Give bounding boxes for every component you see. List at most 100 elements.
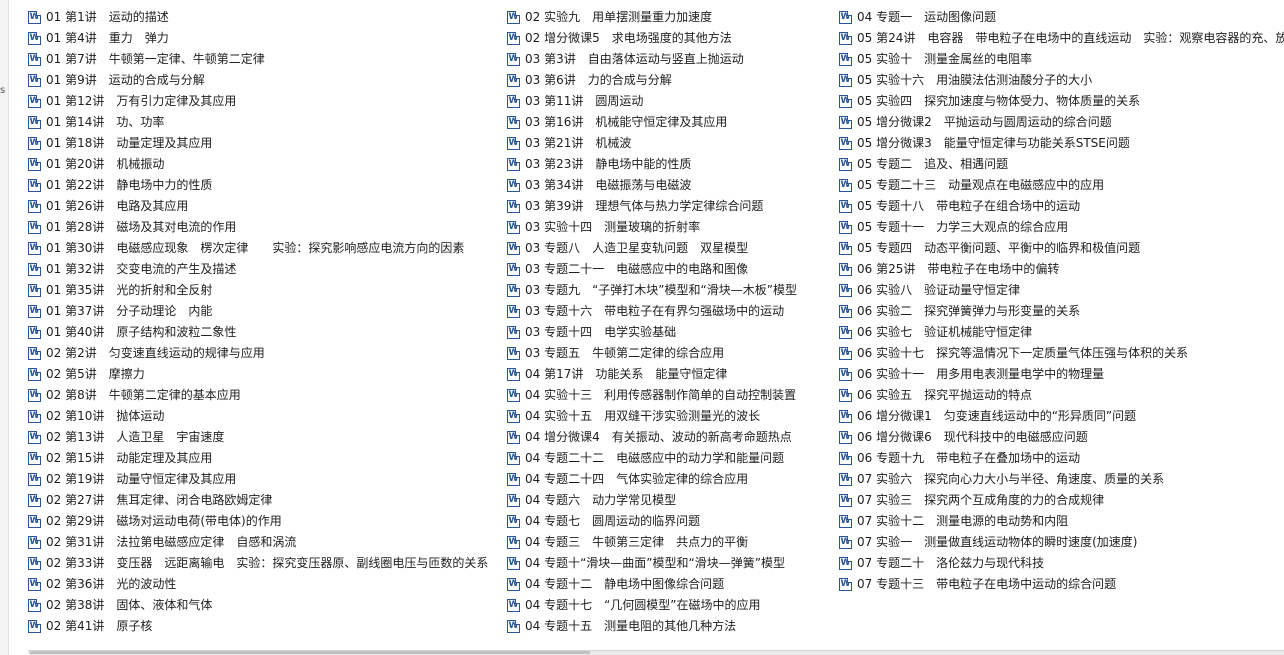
file-item[interactable]: W 02 第31讲 法拉第电磁感应定律 自感和涡流: [28, 532, 498, 553]
file-item[interactable]: W 06 增分微课6 现代科技中的电磁感应问题: [839, 427, 1284, 448]
file-item[interactable]: W 04 专题十七 “几何圆模型”在磁场中的应用: [507, 595, 832, 616]
file-item[interactable]: W 05 第24讲 电容器 带电粒子在电场中的直线运动 实验：观察电容器的充、放电…: [839, 28, 1284, 49]
file-item[interactable]: W 04 实验十五 用双缝干涉实验测量光的波长: [507, 406, 832, 427]
file-item[interactable]: W 03 专题十六 带电粒子在有界匀强磁场中的运动: [507, 301, 832, 322]
file-item[interactable]: W 05 实验四 探究加速度与物体受力、物体质量的关系: [839, 91, 1284, 112]
file-item[interactable]: W 02 第29讲 磁场对运动电荷(带电体)的作用: [28, 511, 498, 532]
file-item[interactable]: W 07 实验一 测量做直线运动物体的瞬时速度(加速度): [839, 532, 1284, 553]
file-item[interactable]: W 02 第13讲 人造卫星 宇宙速度: [28, 427, 498, 448]
file-item[interactable]: W 01 第18讲 动量定理及其应用: [28, 133, 498, 154]
file-item[interactable]: W 05 专题十八 带电粒子在组合场中的运动: [839, 196, 1284, 217]
file-item[interactable]: W 03 实验十四 测量玻璃的折射率: [507, 217, 832, 238]
file-item[interactable]: W 02 第2讲 匀变速直线运动的规律与应用: [28, 343, 498, 364]
file-item[interactable]: W 04 专题一 运动图像问题: [839, 7, 1284, 28]
file-item[interactable]: W 04 专题六 动力学常见模型: [507, 490, 832, 511]
file-item[interactable]: W 01 第37讲 分子动理论 内能: [28, 301, 498, 322]
file-item[interactable]: W 02 第27讲 焦耳定律、闭合电路欧姆定律: [28, 490, 498, 511]
horizontal-scrollbar[interactable]: [28, 650, 1284, 655]
file-item[interactable]: W 07 实验三 探究两个互成角度的力的合成规律: [839, 490, 1284, 511]
word-document-icon: W: [839, 389, 852, 402]
file-item[interactable]: W 06 实验八 验证动量守恒定律: [839, 280, 1284, 301]
file-item[interactable]: W 03 专题二十一 电磁感应中的电路和图像: [507, 259, 832, 280]
file-name: 05 实验四 探究加速度与物体受力、物体质量的关系: [857, 94, 1141, 108]
file-item[interactable]: W 03 第6讲 力的合成与分解: [507, 70, 832, 91]
file-item[interactable]: W 03 第3讲 自由落体运动与竖直上抛运动: [507, 49, 832, 70]
file-item[interactable]: W 07 专题十三 带电粒子在电场中运动的综合问题: [839, 574, 1284, 595]
file-item[interactable]: W 04 专题七 圆周运动的临界问题: [507, 511, 832, 532]
file-item[interactable]: W 03 第11讲 圆周运动: [507, 91, 832, 112]
file-item[interactable]: W 02 增分微课5 求电场强度的其他方法: [507, 28, 832, 49]
file-item[interactable]: W 06 实验二 探究弹簧弹力与形变量的关系: [839, 301, 1284, 322]
file-item[interactable]: W 02 第5讲 摩擦力: [28, 364, 498, 385]
file-item[interactable]: W 01 第7讲 牛顿第一定律、牛顿第二定律: [28, 49, 498, 70]
file-item[interactable]: W 06 实验五 探究平抛运动的特点: [839, 385, 1284, 406]
file-item[interactable]: W 02 第10讲 抛体运动: [28, 406, 498, 427]
file-item[interactable]: W 01 第35讲 光的折射和全反射: [28, 280, 498, 301]
file-item[interactable]: W 01 第14讲 功、功率: [28, 112, 498, 133]
file-item[interactable]: W 05 实验十六 用油膜法估测油酸分子的大小: [839, 70, 1284, 91]
file-item[interactable]: W 06 实验十七 探究等温情况下一定质量气体压强与体积的关系: [839, 343, 1284, 364]
file-item[interactable]: W 01 第28讲 磁场及其对电流的作用: [28, 217, 498, 238]
file-item[interactable]: W 06 实验七 验证机械能守恒定律: [839, 322, 1284, 343]
file-item[interactable]: W 02 第33讲 变压器 远距离输电 实验：探究变压器原、副线圈电压与匝数的关系: [28, 553, 498, 574]
file-item[interactable]: W 03 第23讲 静电场中能的性质: [507, 154, 832, 175]
file-item[interactable]: W 04 专题三 牛顿第三定律 共点力的平衡: [507, 532, 832, 553]
file-item[interactable]: W 04 专题十五 测量电阻的其他几种方法: [507, 616, 832, 637]
file-item[interactable]: W 06 第25讲 带电粒子在电场中的偏转: [839, 259, 1284, 280]
file-item[interactable]: W 05 专题二十三 动量观点在电磁感应中的应用: [839, 175, 1284, 196]
file-item[interactable]: W 03 第16讲 机械能守恒定律及其应用: [507, 112, 832, 133]
file-item[interactable]: W 02 第41讲 原子核: [28, 616, 498, 637]
file-item[interactable]: W 03 专题十四 电学实验基础: [507, 322, 832, 343]
file-item[interactable]: W 05 增分微课2 平抛运动与圆周运动的综合问题: [839, 112, 1284, 133]
scrollbar-thumb[interactable]: [30, 651, 590, 654]
file-item[interactable]: W 02 第19讲 动量守恒定律及其应用: [28, 469, 498, 490]
file-name: 06 增分微课1 匀变速直线运动中的“形异质同”问题: [857, 409, 1137, 423]
file-name: 03 专题十四 电学实验基础: [525, 325, 677, 339]
file-name: 01 第14讲 功、功率: [46, 115, 165, 129]
file-item[interactable]: W 02 第15讲 动能定理及其应用: [28, 448, 498, 469]
file-item[interactable]: W 02 第36讲 光的波动性: [28, 574, 498, 595]
file-item[interactable]: W 01 第12讲 万有引力定律及其应用: [28, 91, 498, 112]
word-document-icon: W: [28, 179, 41, 192]
file-name: 02 第38讲 固体、液体和气体: [46, 598, 213, 612]
file-item[interactable]: W 03 专题八 人造卫星变轨问题 双星模型: [507, 238, 832, 259]
file-item[interactable]: W 06 增分微课1 匀变速直线运动中的“形异质同”问题: [839, 406, 1284, 427]
word-document-icon: W: [28, 620, 41, 633]
file-item[interactable]: W 03 专题九 “子弹打木块”模型和“滑块—木板”模型: [507, 280, 832, 301]
file-item[interactable]: W 02 实验九 用单摆测量重力加速度: [507, 7, 832, 28]
file-item[interactable]: W 01 第32讲 交变电流的产生及描述: [28, 259, 498, 280]
file-item[interactable]: W 03 专题五 牛顿第二定律的综合应用: [507, 343, 832, 364]
file-item[interactable]: W 04 增分微课4 有关振动、波动的新高考命题热点: [507, 427, 832, 448]
file-item[interactable]: W 05 专题二 追及、相遇问题: [839, 154, 1284, 175]
file-item[interactable]: W 05 专题四 动态平衡问题、平衡中的临界和极值问题: [839, 238, 1284, 259]
file-item[interactable]: W 01 第4讲 重力 弹力: [28, 28, 498, 49]
file-item[interactable]: W 07 专题二十 洛伦兹力与现代科技: [839, 553, 1284, 574]
file-item[interactable]: W 04 专题十二 静电场中图像综合问题: [507, 574, 832, 595]
file-item[interactable]: W 01 第22讲 静电场中力的性质: [28, 175, 498, 196]
file-item[interactable]: W 01 第40讲 原子结构和波粒二象性: [28, 322, 498, 343]
file-item[interactable]: W 01 第26讲 电路及其应用: [28, 196, 498, 217]
file-item[interactable]: W 01 第1讲 运动的描述: [28, 7, 498, 28]
file-item[interactable]: W 04 专题十“滑块—曲面”模型和“滑块—弹簧”模型: [507, 553, 832, 574]
file-item[interactable]: W 05 专题十一 力学三大观点的综合应用: [839, 217, 1284, 238]
file-item[interactable]: W 05 增分微课3 能量守恒定律与功能关系STSE问题: [839, 133, 1284, 154]
file-item[interactable]: W 02 第38讲 固体、液体和气体: [28, 595, 498, 616]
file-item[interactable]: W 07 实验六 探究向心力大小与半径、角速度、质量的关系: [839, 469, 1284, 490]
file-item[interactable]: W 05 实验十 测量金属丝的电阻率: [839, 49, 1284, 70]
file-item[interactable]: W 04 第17讲 功能关系 能量守恒定律: [507, 364, 832, 385]
file-item[interactable]: W 03 第34讲 电磁振荡与电磁波: [507, 175, 832, 196]
file-item[interactable]: W 02 第8讲 牛顿第二定律的基本应用: [28, 385, 498, 406]
file-name: 03 专题九 “子弹打木块”模型和“滑块—木板”模型: [525, 283, 797, 297]
file-item[interactable]: W 06 专题十九 带电粒子在叠加场中的运动: [839, 448, 1284, 469]
file-item[interactable]: W 06 实验十一 用多用电表测量电学中的物理量: [839, 364, 1284, 385]
file-item[interactable]: W 01 第20讲 机械振动: [28, 154, 498, 175]
file-item[interactable]: W 01 第9讲 运动的合成与分解: [28, 70, 498, 91]
file-item[interactable]: W 03 第39讲 理想气体与热力学定律综合问题: [507, 196, 832, 217]
file-item[interactable]: W 03 第21讲 机械波: [507, 133, 832, 154]
file-name: 02 增分微课5 求电场强度的其他方法: [525, 31, 732, 45]
file-item[interactable]: W 07 实验十二 测量电源的电动势和内阻: [839, 511, 1284, 532]
file-item[interactable]: W 04 专题二十四 气体实验定律的综合应用: [507, 469, 832, 490]
file-item[interactable]: W 04 专题二十二 电磁感应中的动力学和能量问题: [507, 448, 832, 469]
file-item[interactable]: W 01 第30讲 电磁感应现象 楞次定律 实验：探究影响感应电流方向的因素: [28, 238, 498, 259]
file-item[interactable]: W 04 实验十三 利用传感器制作简单的自动控制装置: [507, 385, 832, 406]
